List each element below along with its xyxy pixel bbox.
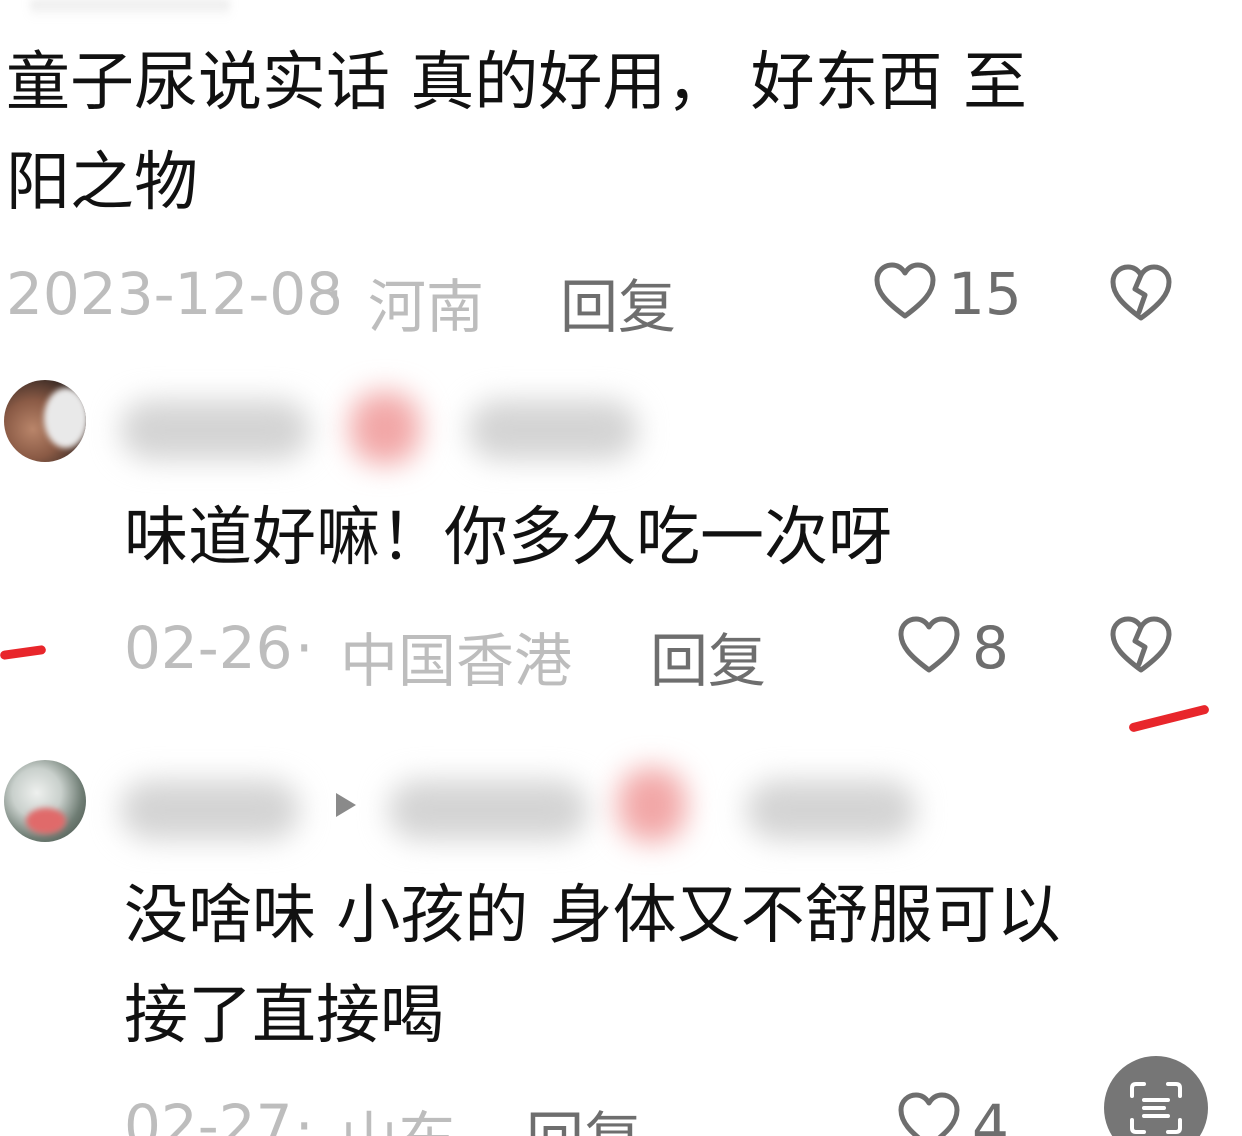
- play-triangle-icon: [336, 793, 356, 817]
- blurred-reply-to-name: [388, 780, 588, 840]
- comment-meta: 02-27 · 山东 回复: [0, 1092, 1242, 1136]
- meta-separator: ·: [295, 614, 314, 682]
- reply-button[interactable]: 回复: [526, 1092, 642, 1136]
- like-count: 15: [948, 260, 1022, 328]
- comment-location: 山东: [340, 1092, 456, 1136]
- reply-button[interactable]: 回复: [650, 614, 766, 698]
- like-count: 8: [972, 614, 1009, 682]
- blurred-badge: [618, 768, 686, 842]
- comment-meta: 2023-12-08 · 河南 回复: [0, 260, 1242, 341]
- heart-icon[interactable]: [896, 1090, 962, 1136]
- comment-date: 2023-12-08: [6, 260, 344, 328]
- avatar[interactable]: [4, 380, 86, 462]
- heart-icon[interactable]: [872, 260, 938, 322]
- comment-text: 没啥味 小孩的 身体又不舒服可以 接了直接喝: [124, 879, 1061, 1053]
- comment-list: 童子尿说实话 真的好用， 好东西 至 阳之物 2023-12-08 · 河南 回…: [0, 0, 1242, 1136]
- like-count: 4: [972, 1092, 1009, 1136]
- blurred-badge: [350, 392, 420, 464]
- blurred-top-edge: [30, 0, 230, 18]
- blurred-tag: [468, 400, 638, 460]
- comment-date: 02-26: [124, 614, 293, 682]
- comment-location: 中国香港: [340, 627, 573, 695]
- broken-heart-icon[interactable]: [1108, 614, 1174, 676]
- meta-separator: ·: [325, 260, 344, 328]
- scan-text-icon: [1130, 1082, 1182, 1134]
- scan-text-button[interactable]: [1104, 1056, 1208, 1136]
- comment-location: 河南: [368, 273, 485, 341]
- meta-separator: ·: [295, 1092, 314, 1136]
- blurred-username: [120, 400, 310, 460]
- blurred-username: [120, 780, 300, 840]
- comment-date: 02-27: [124, 1092, 293, 1136]
- reply-button[interactable]: 回复: [560, 260, 676, 344]
- heart-icon[interactable]: [896, 614, 962, 676]
- comment-text: 童子尿说实话 真的好用， 好东西 至 阳之物: [6, 46, 1028, 220]
- comment-meta: 02-26 · 中国香港 回复: [0, 614, 1242, 695]
- broken-heart-icon[interactable]: [1108, 262, 1174, 324]
- avatar[interactable]: [4, 760, 86, 842]
- red-annotation-mark: [1128, 704, 1210, 733]
- blurred-tag: [746, 780, 916, 840]
- comment-text: 味道好嘛！你多久吃一次呀: [124, 501, 892, 575]
